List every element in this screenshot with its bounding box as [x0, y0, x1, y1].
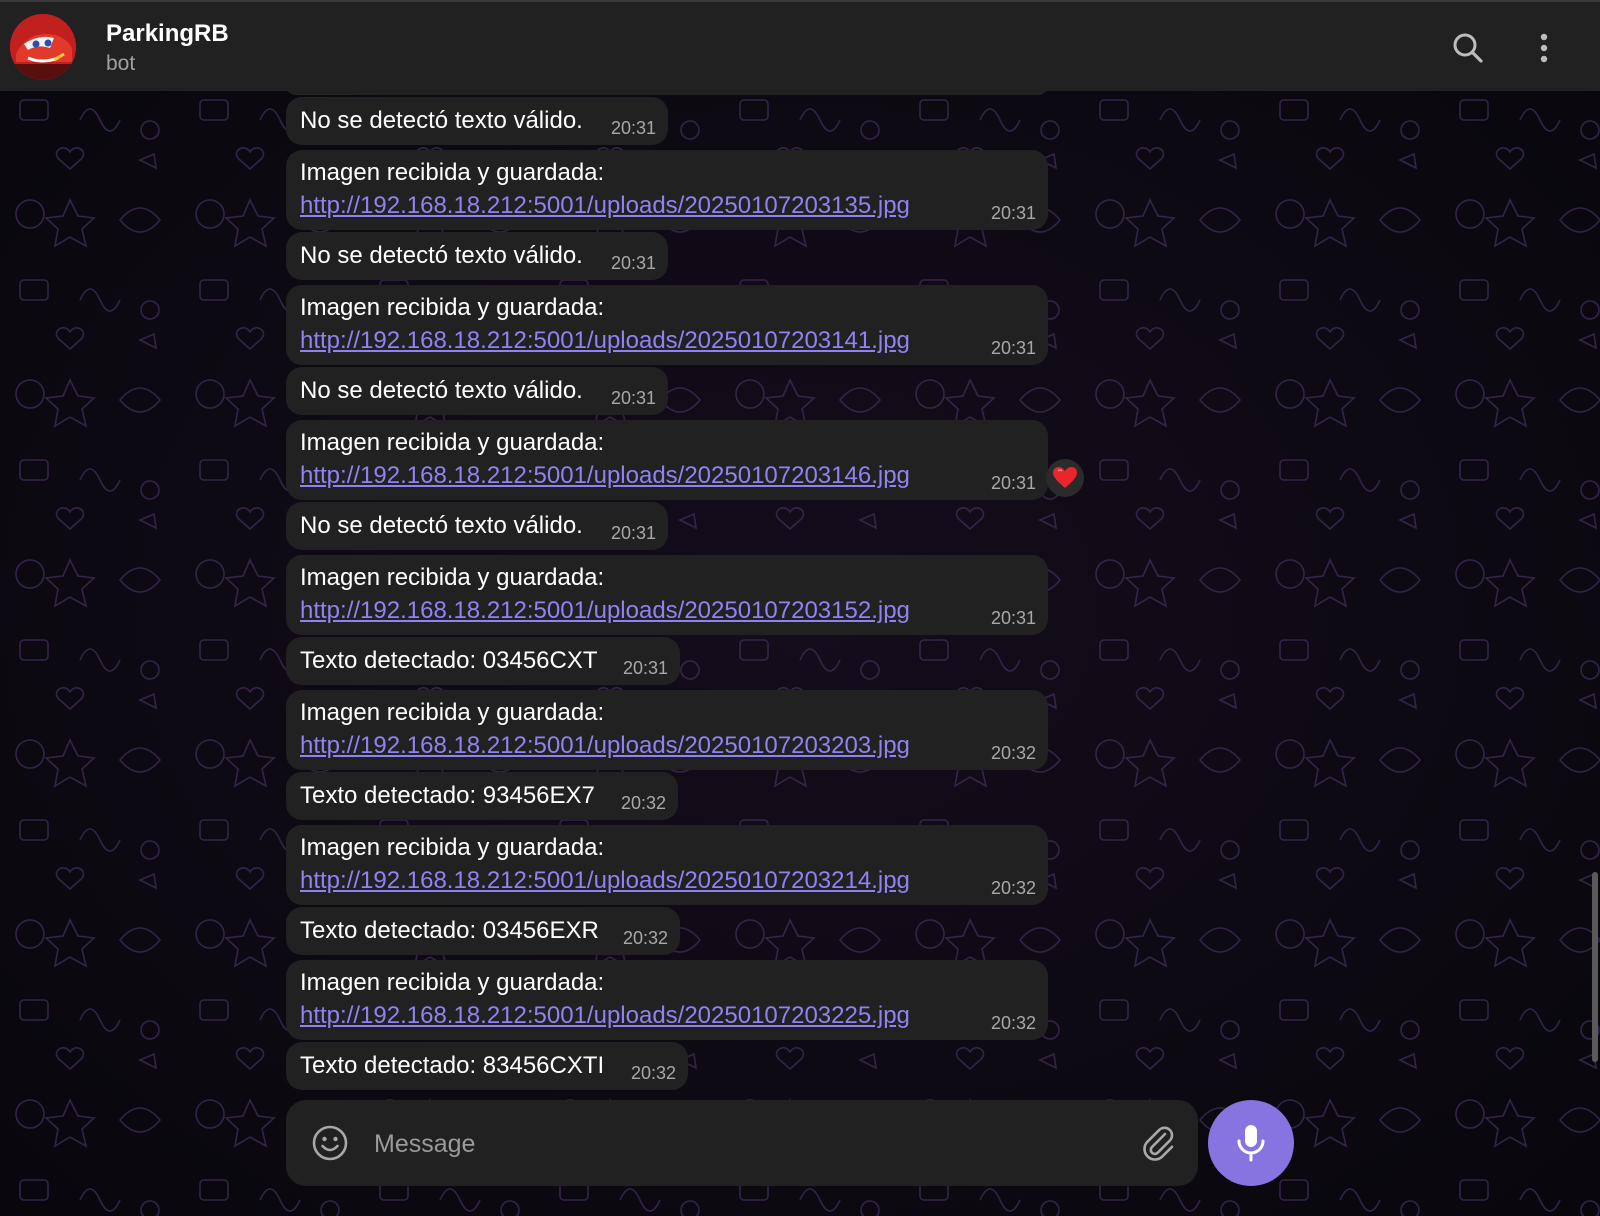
- message-text: Texto detectado: 93456EX7: [300, 782, 595, 809]
- message-bubble[interactable]: Imagen recibida y guardada: http://192.1…: [286, 825, 1048, 905]
- message-time: 20:32: [630, 1063, 676, 1083]
- voice-record-button[interactable]: [1208, 1100, 1294, 1186]
- message-text: Imagen recibida y guardada:: [300, 429, 605, 456]
- message-bubble[interactable]: Imagen recibida y guardada: http://192.1…: [286, 690, 1048, 770]
- message-time: 20:31: [610, 253, 656, 273]
- message-text: Texto detectado: 83456CXTI: [300, 1052, 605, 1079]
- message-bubble[interactable]: Imagen recibida y guardada: http://192.1…: [286, 150, 1048, 230]
- upload-link[interactable]: http://192.168.18.212:5001/uploads/20250…: [300, 867, 910, 895]
- microphone-icon: [1237, 1125, 1265, 1162]
- message-time: 20:31: [990, 473, 1036, 493]
- message-bubble[interactable]: Imagen recibida y guardada: http://192.1…: [286, 555, 1048, 635]
- message-time: 20:31: [990, 608, 1036, 628]
- attach-button[interactable]: [1138, 1122, 1178, 1164]
- message-time: 20:31: [610, 118, 656, 138]
- message-text: Imagen recibida y guardada:: [300, 564, 605, 591]
- more-options-button[interactable]: [1522, 26, 1566, 70]
- message-text: No se detectó texto válido.: [300, 107, 583, 134]
- message-bubble[interactable]: Imagen recibida y guardada: http://192.1…: [286, 420, 1048, 500]
- chat-header: ParkingRB bot: [0, 0, 1600, 91]
- message-text: Imagen recibida y guardada:: [300, 969, 605, 996]
- upload-link[interactable]: http://192.168.18.212:5001/uploads/20250…: [300, 327, 910, 355]
- message-text: No se detectó texto válido.: [300, 377, 583, 404]
- message-bubble[interactable]: No se detectó texto válido. 20:31: [286, 502, 668, 550]
- heart-icon: [1053, 467, 1077, 488]
- message-bubble[interactable]: No se detectó texto válido. 20:31: [286, 367, 668, 415]
- upload-link[interactable]: http://192.168.18.212:5001/uploads/20250…: [300, 462, 910, 490]
- search-button[interactable]: [1446, 26, 1490, 70]
- chat-title[interactable]: ParkingRB: [106, 20, 229, 48]
- message-text: Imagen recibida y guardada:: [300, 699, 605, 726]
- search-icon: [1453, 33, 1483, 63]
- scrollbar-thumb[interactable]: [1592, 872, 1598, 1062]
- message-time: 20:32: [990, 743, 1036, 763]
- avatar-car-image: [10, 14, 76, 80]
- message-bubble[interactable]: Imagen recibida y guardada: http://192.1…: [286, 960, 1048, 1040]
- emoji-icon: [312, 1125, 348, 1161]
- message-list: No se detectó texto válido. 20:31 Imagen…: [0, 85, 1600, 1091]
- upload-link[interactable]: http://192.168.18.212:5001/uploads/20250…: [300, 732, 910, 760]
- message-input[interactable]: [372, 1122, 1096, 1166]
- message-text: No se detectó texto válido.: [300, 242, 583, 269]
- avatar[interactable]: [10, 14, 76, 80]
- message-text: Imagen recibida y guardada:: [300, 834, 605, 861]
- message-bubble[interactable]: Texto detectado: 93456EX7 20:32: [286, 772, 678, 820]
- message-bubble[interactable]: Texto detectado: 03456CXT 20:31: [286, 637, 680, 685]
- message-text: Texto detectado: 03456CXT: [300, 647, 598, 674]
- message-bubble[interactable]: Texto detectado: 83456CXTI 20:32: [286, 1042, 688, 1090]
- message-composer: [286, 1100, 1198, 1186]
- message-bubble[interactable]: No se detectó texto válido. 20:31: [286, 232, 668, 280]
- upload-link[interactable]: http://192.168.18.212:5001/uploads/20250…: [300, 192, 910, 220]
- message-bubble[interactable]: Imagen recibida y guardada: http://192.1…: [286, 285, 1048, 365]
- message-text: No se detectó texto válido.: [300, 512, 583, 539]
- upload-link[interactable]: http://192.168.18.212:5001/uploads/20250…: [300, 597, 910, 625]
- message-time: 20:31: [990, 203, 1036, 223]
- message-time: 20:32: [990, 1013, 1036, 1033]
- message-text: Texto detectado: 03456EXR: [300, 917, 599, 944]
- message-time: 20:31: [990, 338, 1036, 358]
- paperclip-icon: [1143, 1126, 1174, 1161]
- message-time: 20:31: [622, 658, 668, 678]
- message-time: 20:32: [990, 878, 1036, 898]
- message-time: 20:31: [610, 523, 656, 543]
- more-vertical-icon: [1540, 33, 1548, 63]
- heart-reaction[interactable]: [1046, 459, 1084, 497]
- chat-subtitle: bot: [106, 52, 136, 75]
- telegram-window: ParkingRB bot No se detectó texto válido…: [0, 0, 1600, 1216]
- emoji-button[interactable]: [310, 1123, 350, 1163]
- message-bubble[interactable]: No se detectó texto válido. 20:31: [286, 97, 668, 145]
- message-time: 20:32: [620, 793, 666, 813]
- message-text: Imagen recibida y guardada:: [300, 294, 605, 321]
- message-time: 20:32: [622, 928, 668, 948]
- message-bubble[interactable]: Texto detectado: 03456EXR 20:32: [286, 907, 680, 955]
- message-text: Imagen recibida y guardada:: [300, 159, 605, 186]
- upload-link[interactable]: http://192.168.18.212:5001/uploads/20250…: [300, 1002, 910, 1030]
- message-time: 20:31: [610, 388, 656, 408]
